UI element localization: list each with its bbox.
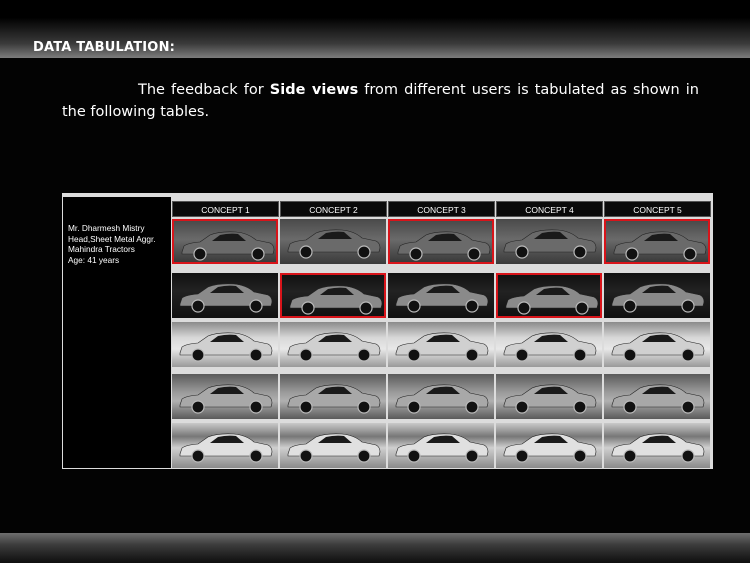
sedan-icon bbox=[287, 433, 381, 463]
column-header-concept-4: CONCEPT 4 bbox=[496, 201, 603, 217]
car-side-view-image bbox=[604, 322, 710, 367]
sedan-icon bbox=[503, 332, 597, 362]
sedan-icon bbox=[397, 231, 491, 261]
sedan-icon bbox=[395, 384, 489, 414]
car-side-view-image bbox=[604, 273, 710, 318]
car-side-view-image bbox=[172, 273, 278, 318]
car-side-view-image bbox=[280, 322, 386, 367]
sedan-icon bbox=[505, 285, 599, 315]
sedan-icon bbox=[503, 433, 597, 463]
car-side-view-image bbox=[172, 322, 278, 367]
sedan-icon bbox=[287, 229, 381, 259]
car-side-view-image bbox=[388, 273, 494, 318]
sedan-icon bbox=[395, 433, 489, 463]
column-header-concept-1: CONCEPT 1 bbox=[172, 201, 279, 217]
sedan-icon bbox=[179, 384, 273, 414]
car-side-view-image bbox=[496, 423, 602, 468]
intro-paragraph: The feedback for Side views from differe… bbox=[62, 79, 699, 123]
car-side-view-image bbox=[388, 423, 494, 468]
sedan-icon bbox=[611, 384, 705, 414]
sedan-icon bbox=[287, 384, 381, 414]
sedan-icon bbox=[611, 433, 705, 463]
car-side-view-image bbox=[604, 219, 710, 264]
sedan-icon bbox=[503, 229, 597, 259]
respondent-company: Mahindra Tractors bbox=[68, 244, 135, 255]
column-header-concept-5: CONCEPT 5 bbox=[604, 201, 711, 217]
respondent-role: Head,Sheet Metal Aggr. bbox=[68, 233, 156, 244]
car-side-view-image bbox=[496, 374, 602, 419]
car-side-view-image bbox=[604, 423, 710, 468]
respondent-name: Mr. Dharmesh Mistry bbox=[68, 223, 145, 233]
car-side-view-image bbox=[388, 374, 494, 419]
sedan-icon bbox=[289, 285, 383, 315]
car-side-view-image bbox=[280, 374, 386, 419]
sedan-icon bbox=[179, 332, 273, 362]
car-side-view-image bbox=[172, 374, 278, 419]
footer-band bbox=[0, 533, 750, 563]
sedan-icon bbox=[611, 332, 705, 362]
sedan-icon bbox=[181, 231, 275, 261]
car-side-view-image bbox=[496, 322, 602, 367]
car-side-view-image bbox=[280, 423, 386, 468]
section-heading: DATA TABULATION: bbox=[33, 40, 176, 55]
sedan-icon bbox=[287, 332, 381, 362]
column-header-concept-3: CONCEPT 3 bbox=[388, 201, 495, 217]
car-side-view-image bbox=[172, 219, 278, 264]
respondent-profile: Mr. Dharmesh Mistry Head,Sheet Metal Agg… bbox=[68, 223, 156, 265]
car-side-view-image bbox=[388, 322, 494, 367]
car-side-view-image bbox=[604, 374, 710, 419]
car-side-view-image bbox=[280, 219, 386, 264]
car-side-view-image bbox=[496, 273, 602, 318]
intro-text-before: The feedback for bbox=[138, 82, 270, 98]
sedan-icon bbox=[179, 433, 273, 463]
intro-text-bold: Side views bbox=[269, 82, 359, 98]
respondent-panel: Mr. Dharmesh Mistry Head,Sheet Metal Agg… bbox=[63, 197, 171, 468]
sedan-icon bbox=[503, 384, 597, 414]
feedback-table: Mr. Dharmesh Mistry Head,Sheet Metal Agg… bbox=[62, 193, 713, 469]
car-side-view-image bbox=[388, 219, 494, 264]
car-side-view-image bbox=[172, 423, 278, 468]
respondent-age: Age: 41 years bbox=[68, 254, 120, 265]
car-side-view-image bbox=[280, 273, 386, 318]
sedan-icon bbox=[611, 283, 705, 313]
sedan-icon bbox=[613, 231, 707, 261]
column-header-concept-2: CONCEPT 2 bbox=[280, 201, 387, 217]
sedan-icon bbox=[179, 283, 273, 313]
sedan-icon bbox=[395, 332, 489, 362]
sedan-icon bbox=[395, 283, 489, 313]
car-side-view-image bbox=[496, 219, 602, 264]
